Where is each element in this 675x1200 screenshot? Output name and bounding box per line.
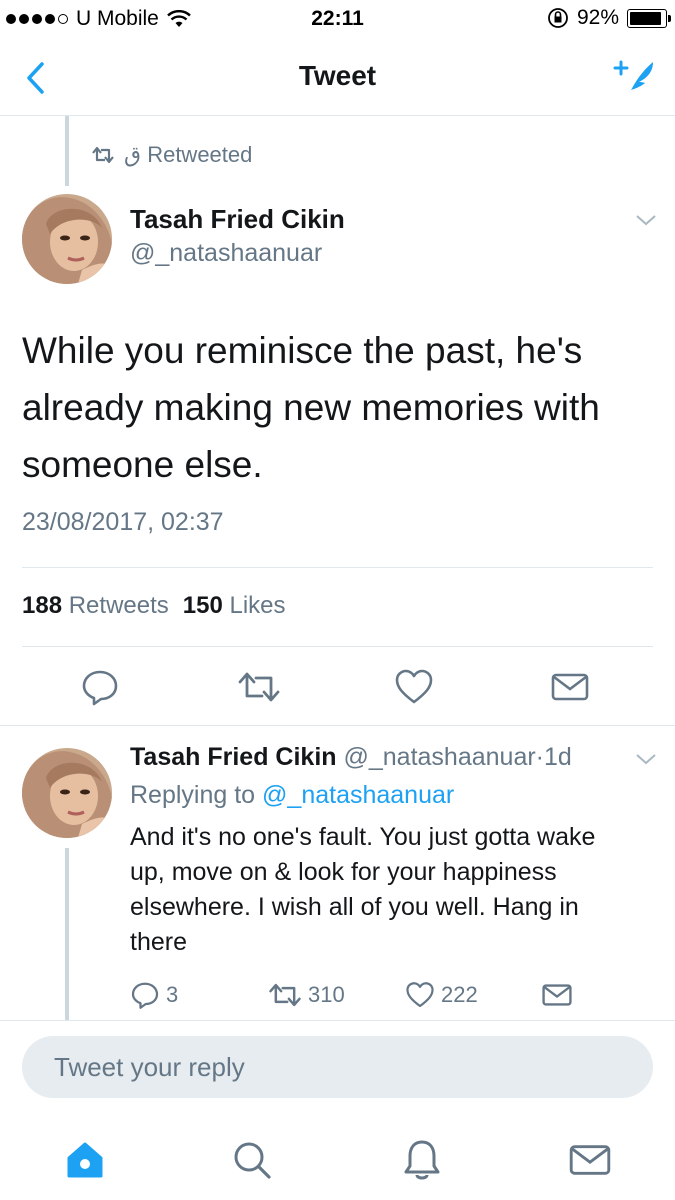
replying-to: Replying to @_natashaanuar [130,781,454,810]
tweet-text: While you reminisce the past, he's alrea… [22,330,600,485]
orientation-lock-icon [548,8,568,28]
divider [0,1020,675,1021]
retweet-button[interactable] [232,660,286,714]
reply-retweet-button[interactable]: 310 [268,978,345,1012]
heart-icon [406,982,434,1008]
reply-dm-button[interactable] [542,978,572,1012]
author-handle[interactable]: @_natashaanuar [130,239,322,268]
likes-count: 150 [182,592,223,619]
home-icon [67,1142,103,1178]
reply-author-handle[interactable]: @_natashaanuar [343,743,535,771]
retweet-icon [269,983,301,1007]
reply-like-button[interactable]: 222 [405,978,478,1012]
retweets-label: Retweets [68,592,169,619]
replying-mention-link[interactable]: @_natashaanuar [262,781,454,809]
tab-search[interactable] [222,1130,282,1190]
reply-header: Tasah Fried Cikin @_natashaanuar·1d [130,743,572,772]
notifications-bell-icon [404,1140,440,1180]
tab-bar [0,1120,675,1200]
separator-dot: · [535,743,544,771]
battery-icon [627,8,671,28]
reply-author-name[interactable]: Tasah Fried Cikin [130,743,337,771]
retweet-icon [238,672,280,702]
likes-label: Likes [229,592,286,619]
nav-bar: Tweet [0,40,675,116]
divider [22,567,653,568]
reply-text: And it's no one's fault. You just gotta … [130,823,596,956]
envelope-icon [542,984,572,1006]
reply-action-bar: 3 310 222 [0,978,675,1012]
messages-icon [569,1145,611,1175]
thread-line [65,116,69,186]
likes-stat[interactable]: 150 Likes [183,592,286,620]
retweeted-context: ق Retweeted [90,142,252,168]
like-button[interactable] [387,660,441,714]
envelope-icon [551,673,589,701]
retweeted-label: ق Retweeted [124,142,253,167]
battery-percent: 92% [576,6,619,29]
avatar[interactable] [22,194,112,284]
retweets-stat[interactable]: 188 Retweets [22,592,169,620]
tweet-timestamp: 23/08/2017, 02:37 [22,508,224,536]
tweet-reply-input[interactable] [22,1036,653,1098]
retweet-icon [92,146,114,164]
reply-retweets-count: 310 [308,982,345,1007]
reply-avatar[interactable] [22,748,112,838]
chevron-down-icon[interactable] [634,212,658,228]
status-bar: U Mobile 22:11 92% [0,0,675,40]
direct-message-button[interactable] [543,660,597,714]
author-name[interactable]: Tasah Fried Cikin [130,204,345,235]
tweet-action-bar [0,660,675,714]
compose-tweet-icon[interactable] [609,56,657,100]
tab-home[interactable] [55,1130,115,1190]
tab-messages[interactable] [560,1130,620,1190]
reply-likes-count: 222 [441,982,478,1007]
chevron-down-icon[interactable] [634,751,658,767]
search-icon [234,1142,271,1179]
tweet-stats: 188 Retweets 150 Likes [22,592,286,620]
tab-notifications[interactable] [392,1130,452,1190]
reply-reply-button[interactable]: 3 [130,978,178,1012]
page-title: Tweet [298,60,377,91]
heart-icon [395,669,433,704]
retweets-count: 188 [22,592,63,619]
divider [22,646,653,647]
reply-icon [131,982,159,1009]
reply-age: 1d [544,743,572,771]
divider [0,725,675,726]
reply-button[interactable] [73,660,127,714]
replying-prefix: Replying to [130,781,256,809]
reply-icon [82,670,118,706]
reply-replies-count: 3 [166,982,179,1007]
status-right: 92% [547,6,671,30]
reply-composer[interactable] [22,1036,653,1098]
